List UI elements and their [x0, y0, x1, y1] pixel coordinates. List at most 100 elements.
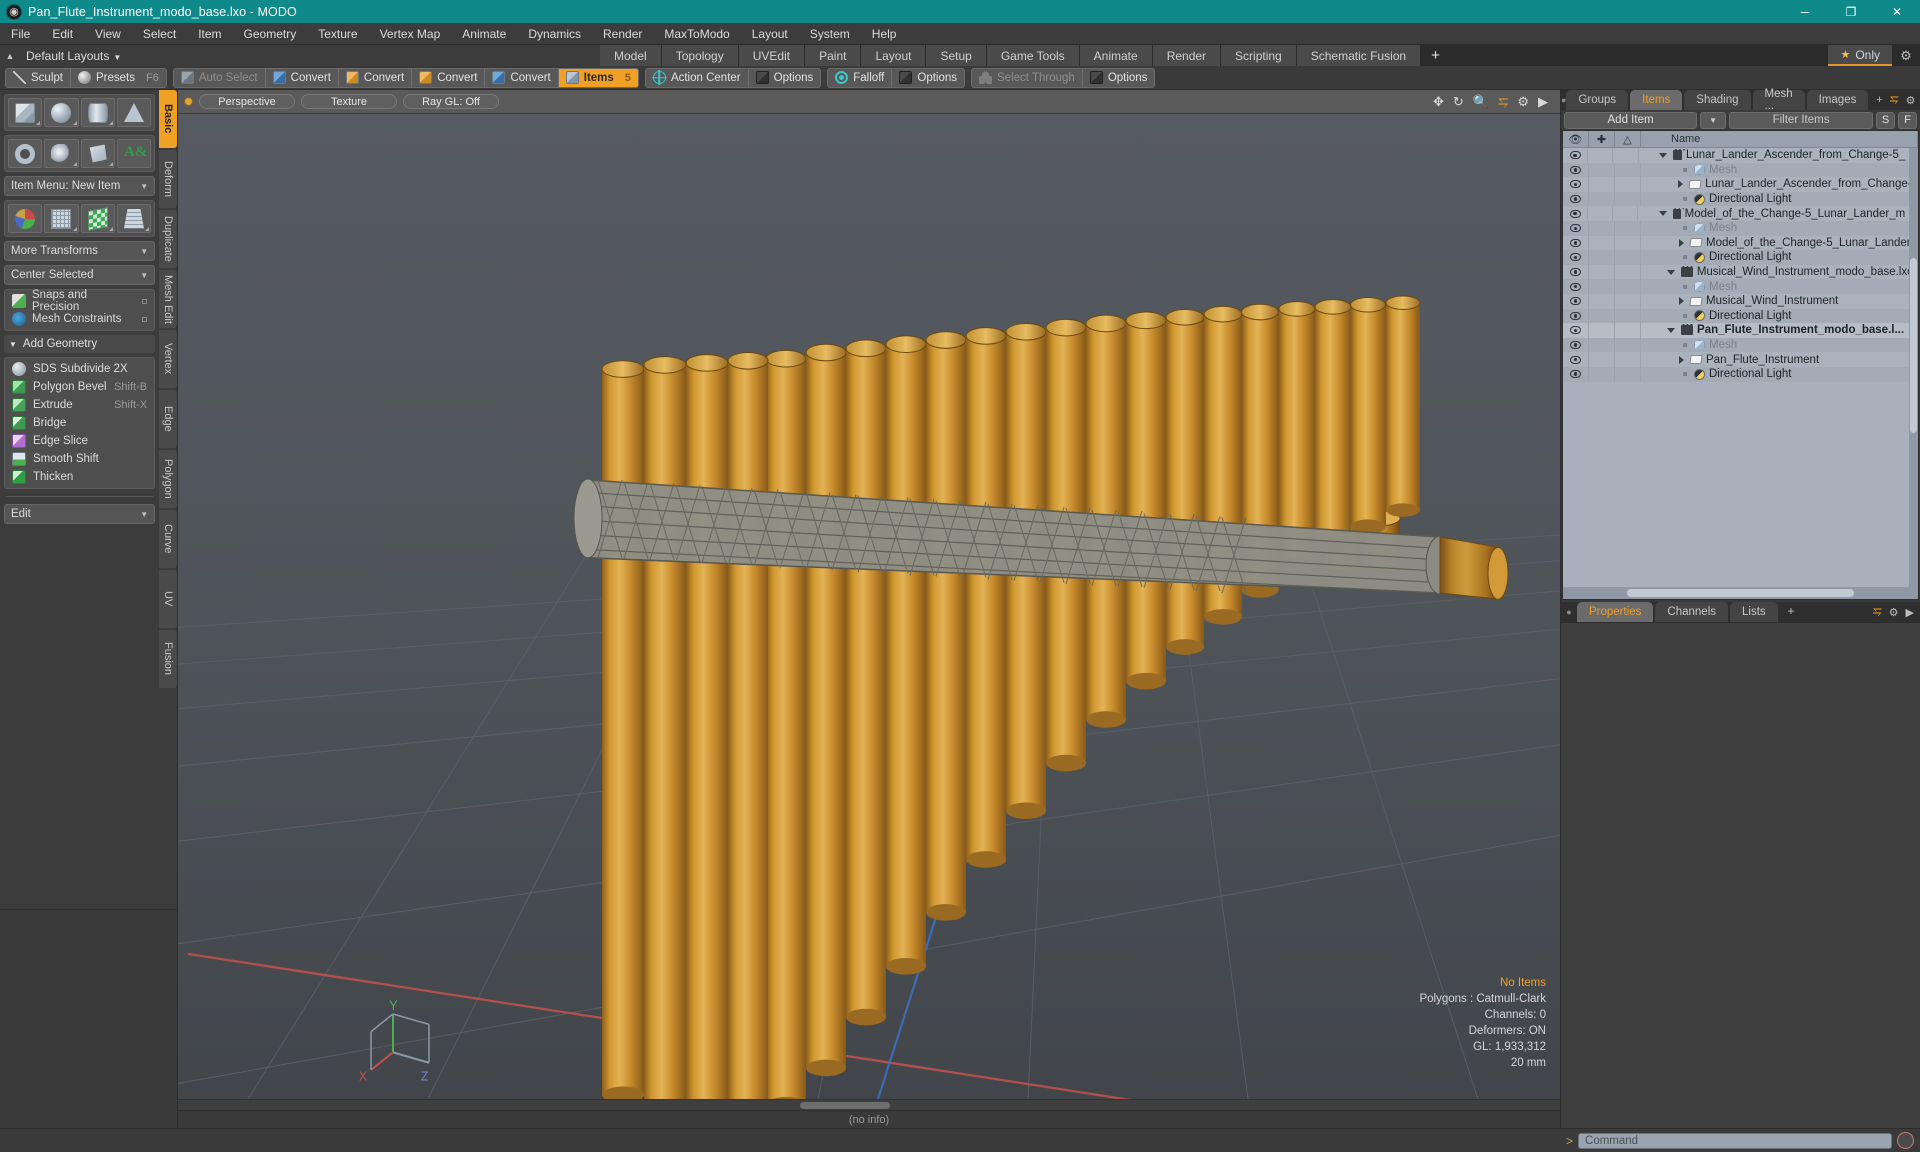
eye-icon[interactable]	[1570, 165, 1581, 174]
tab-model[interactable]: Model	[600, 45, 662, 66]
row-axis-cell[interactable]	[1615, 191, 1641, 207]
expand-icon[interactable]: ⥧	[1873, 606, 1882, 619]
row-axis-cell[interactable]	[1615, 352, 1641, 367]
chevron-down-icon[interactable]	[1666, 269, 1675, 275]
row-lock-cell[interactable]	[1589, 279, 1615, 294]
table-row[interactable]: Mesh	[1563, 279, 1918, 294]
presets-button[interactable]: Presets F6	[71, 69, 166, 87]
table-row[interactable]: Pan_Flute_Instrument_modo_base.l...	[1563, 323, 1918, 338]
row-name[interactable]: Mesh	[1641, 164, 1918, 176]
row-name[interactable]: Directional Light	[1641, 251, 1918, 263]
falloff-button[interactable]: Falloff	[828, 68, 893, 87]
row-axis-cell[interactable]	[1615, 366, 1641, 382]
column-visibility-eye-icon[interactable]: 👁	[1563, 131, 1589, 147]
row-eye-cell[interactable]	[1563, 220, 1589, 236]
row-lock-cell[interactable]	[1589, 235, 1615, 251]
eye-icon[interactable]	[1569, 209, 1581, 218]
gear-icon[interactable]: ⚙	[1892, 45, 1920, 66]
eye-icon[interactable]	[1569, 268, 1581, 277]
snaps-and-precision-button[interactable]: Snaps and Precision	[7, 289, 152, 313]
table-row[interactable]: Directional Light	[1563, 250, 1918, 265]
add-panel-tab-button[interactable]: +	[1876, 94, 1882, 106]
convert-material-button[interactable]: Convert	[485, 68, 559, 87]
row-eye-cell[interactable]	[1563, 250, 1589, 265]
edge-slice-button[interactable]: Edge Slice	[7, 432, 152, 450]
tab-channels[interactable]: Channels	[1655, 602, 1729, 622]
scrollbar-thumb[interactable]	[799, 1102, 890, 1109]
menu-system[interactable]: System	[799, 23, 861, 45]
gear-icon[interactable]: ⚙	[1517, 94, 1529, 110]
scrollbar-thumb[interactable]	[1626, 589, 1855, 597]
tab-properties[interactable]: Properties	[1577, 602, 1654, 622]
chevron-right-icon[interactable]	[1678, 180, 1684, 189]
scrollbar-thumb[interactable]	[1910, 257, 1917, 434]
tab-render[interactable]: Render	[1152, 45, 1222, 66]
row-name[interactable]: Directional Light	[1641, 310, 1918, 322]
vtab-deform[interactable]: Deform	[159, 150, 177, 208]
row-axis-cell[interactable]	[1615, 323, 1641, 338]
edit-dropdown[interactable]: Edit ▼	[4, 504, 156, 524]
row-eye-cell[interactable]	[1563, 148, 1589, 163]
layout-collapse-icon[interactable]: ▲	[0, 51, 20, 61]
transform-checker-button[interactable]	[80, 204, 115, 233]
viewport-canvas[interactable]: Y X Z	[178, 114, 1560, 1099]
tab-schematic-fusion[interactable]: Schematic Fusion	[1296, 45, 1422, 66]
tab-game-tools[interactable]: Game Tools	[986, 45, 1080, 66]
row-lock-cell[interactable]	[1589, 250, 1615, 265]
constraints-options-icon[interactable]	[142, 316, 148, 322]
convert-edge-button[interactable]: Convert	[339, 68, 413, 87]
row-lock-cell[interactable]	[1589, 177, 1615, 192]
row-lock-cell[interactable]	[1589, 308, 1615, 324]
row-lock-cell[interactable]	[1589, 220, 1615, 236]
row-eye-cell[interactable]	[1563, 366, 1589, 382]
row-name[interactable]: Lunar_Lander_Ascender_from_Change-5	[1641, 178, 1918, 190]
eye-icon[interactable]	[1570, 253, 1581, 262]
filter-f-button[interactable]: F	[1898, 111, 1917, 129]
eye-icon[interactable]	[1570, 355, 1581, 364]
menu-geometry[interactable]: Geometry	[233, 23, 308, 45]
zoom-icon[interactable]: 🔍	[1473, 94, 1489, 110]
row-lock-cell[interactable]	[1588, 206, 1614, 221]
viewport-horizontal-scrollbar[interactable]	[178, 1099, 1560, 1110]
row-eye-cell[interactable]	[1563, 206, 1589, 221]
row-eye-cell[interactable]	[1563, 323, 1589, 338]
row-name[interactable]: Musical_Wind_Instrument_modo_base.lxo*	[1641, 266, 1918, 278]
row-axis-cell[interactable]	[1615, 279, 1641, 294]
eye-icon[interactable]	[1569, 151, 1581, 160]
row-name[interactable]: Pan_Flute_Instrument	[1641, 354, 1918, 366]
minimize-button[interactable]: ─	[1782, 0, 1828, 23]
maximize-button[interactable]: ❐	[1828, 0, 1874, 23]
table-row[interactable]: Directional Light	[1563, 308, 1918, 324]
eye-icon[interactable]	[1570, 297, 1581, 306]
row-axis-cell[interactable]	[1615, 264, 1641, 280]
torus-primitive-button[interactable]	[8, 139, 43, 168]
convert-vertex-button[interactable]: Convert	[266, 68, 339, 87]
expand-icon[interactable]: ⥧	[1890, 94, 1899, 107]
row-axis-cell[interactable]	[1615, 177, 1641, 192]
menu-edit[interactable]: Edit	[41, 23, 84, 45]
select-through-button[interactable]: Select Through	[972, 68, 1083, 87]
row-name[interactable]: Musical_Wind_Instrument	[1641, 295, 1918, 307]
chevron-right-icon[interactable]: ▶	[1538, 94, 1548, 110]
eye-icon[interactable]	[1569, 180, 1581, 189]
tab-shading[interactable]: Shading	[1684, 90, 1751, 110]
vtab-mesh-edit[interactable]: Mesh Edit	[159, 270, 177, 328]
eye-icon[interactable]	[1570, 224, 1581, 233]
extrude-button[interactable]: Extrude Shift-X	[7, 396, 152, 414]
polygon-bevel-button[interactable]: Polygon Bevel Shift-B	[7, 378, 152, 396]
rotate-icon[interactable]: ↻	[1453, 94, 1464, 110]
record-icon[interactable]	[1897, 1132, 1914, 1149]
row-eye-cell[interactable]	[1563, 191, 1589, 207]
menu-render[interactable]: Render	[592, 23, 653, 45]
gear-icon[interactable]: ⚙	[1906, 94, 1916, 107]
convert-polygon-button[interactable]: Convert	[412, 68, 486, 87]
tab-mesh[interactable]: Mesh ...	[1752, 88, 1805, 112]
row-eye-cell[interactable]	[1563, 177, 1589, 192]
viewport-view-mode-button[interactable]: Perspective	[199, 94, 295, 109]
command-input[interactable]: Command	[1578, 1132, 1892, 1149]
chevron-right-icon[interactable]	[1679, 297, 1684, 306]
row-lock-cell[interactable]	[1589, 264, 1615, 280]
row-axis-cell[interactable]	[1615, 162, 1641, 178]
default-layouts-dropdown[interactable]: Default Layouts ▼	[20, 49, 121, 63]
eye-icon[interactable]	[1570, 238, 1581, 247]
